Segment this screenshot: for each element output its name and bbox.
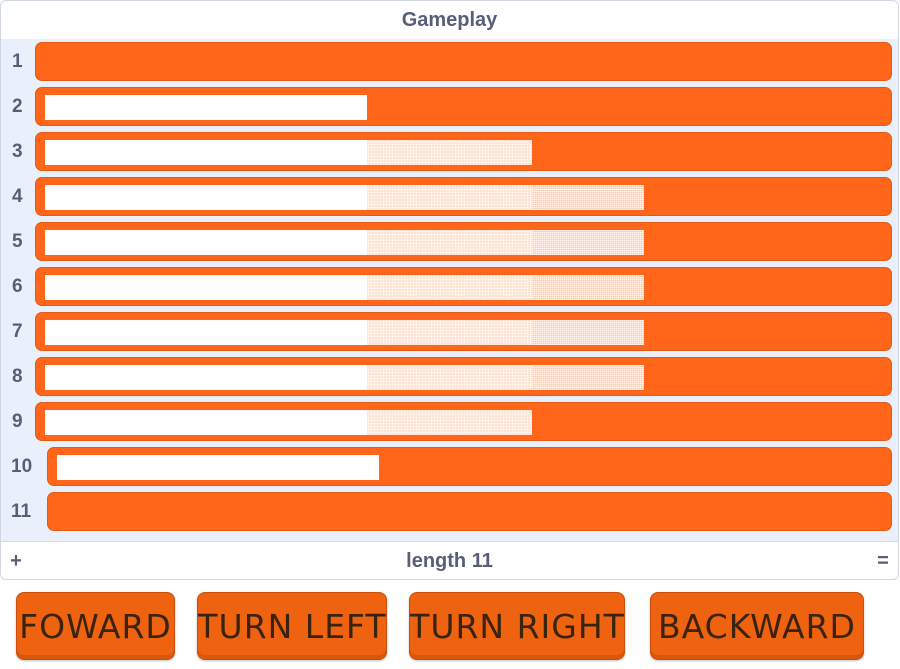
list-item-index: 2 — [12, 95, 23, 117]
list-item: 1 — [1, 39, 898, 84]
add-item-button[interactable]: + — [9, 550, 23, 573]
list-item-value[interactable] — [35, 222, 892, 261]
value-fill — [367, 365, 532, 390]
list-item: 6 — [1, 264, 898, 309]
value-fill — [367, 320, 532, 345]
list-item-index: 6 — [12, 275, 23, 297]
backward-button[interactable]: BACKWARD — [650, 592, 864, 660]
value-fill — [57, 455, 379, 480]
value-fill — [367, 140, 532, 165]
list-item-value[interactable] — [47, 447, 892, 486]
list-item: 11 — [1, 489, 898, 534]
value-fill — [367, 275, 532, 300]
value-fill — [532, 275, 644, 300]
value-fill — [45, 275, 367, 300]
resize-handle[interactable]: = — [876, 550, 890, 573]
value-fill — [45, 230, 367, 255]
list-item-index: 4 — [12, 185, 23, 207]
list-item-index: 8 — [12, 365, 23, 387]
list-monitor: Gameplay 1 2 3 4 5 6 7 8 9 10 11 + lengt… — [0, 0, 899, 580]
value-fill — [367, 185, 532, 210]
value-fill — [532, 320, 644, 345]
list-item: 10 — [1, 444, 898, 489]
list-item-value[interactable] — [35, 87, 892, 126]
list-item: 2 — [1, 84, 898, 129]
turn-left-button[interactable]: TURN LEFT — [197, 592, 387, 660]
list-item: 9 — [1, 399, 898, 444]
list-item-index: 9 — [12, 410, 23, 432]
list-item-index: 1 — [12, 50, 23, 72]
list-length-label: length 11 — [406, 549, 493, 572]
list-item-value[interactable] — [35, 267, 892, 306]
list-item-index: 7 — [12, 320, 23, 342]
value-fill — [532, 185, 644, 210]
list-item: 4 — [1, 174, 898, 219]
list-item-index: 10 — [11, 455, 33, 477]
turn-right-button[interactable]: TURN RIGHT — [409, 592, 625, 660]
list-item: 7 — [1, 309, 898, 354]
list-footer: + length 11 = — [1, 542, 898, 579]
list-item: 3 — [1, 129, 898, 174]
value-fill — [532, 230, 644, 255]
list-item-value[interactable] — [35, 42, 892, 81]
list-title: Gameplay — [1, 1, 898, 40]
list-item-index: 3 — [12, 140, 23, 162]
list-items[interactable]: 1 2 3 4 5 6 7 8 9 10 11 — [1, 39, 898, 542]
value-fill — [45, 95, 367, 120]
list-item-value[interactable] — [35, 357, 892, 396]
forward-button[interactable]: FOWARD — [16, 592, 175, 660]
list-item-index: 5 — [12, 230, 23, 252]
list-item-value[interactable] — [35, 132, 892, 171]
value-fill — [532, 365, 644, 390]
value-fill — [45, 365, 367, 390]
list-item-index: 11 — [11, 500, 32, 522]
value-fill — [45, 185, 367, 210]
value-fill — [45, 320, 367, 345]
list-item: 8 — [1, 354, 898, 399]
value-fill — [367, 230, 532, 255]
value-fill — [45, 140, 367, 165]
list-item-value[interactable] — [47, 492, 892, 531]
list-item-value[interactable] — [35, 177, 892, 216]
list-item-value[interactable] — [35, 312, 892, 351]
value-fill — [45, 410, 367, 435]
value-fill — [367, 410, 532, 435]
list-item-value[interactable] — [35, 402, 892, 441]
list-item: 5 — [1, 219, 898, 264]
